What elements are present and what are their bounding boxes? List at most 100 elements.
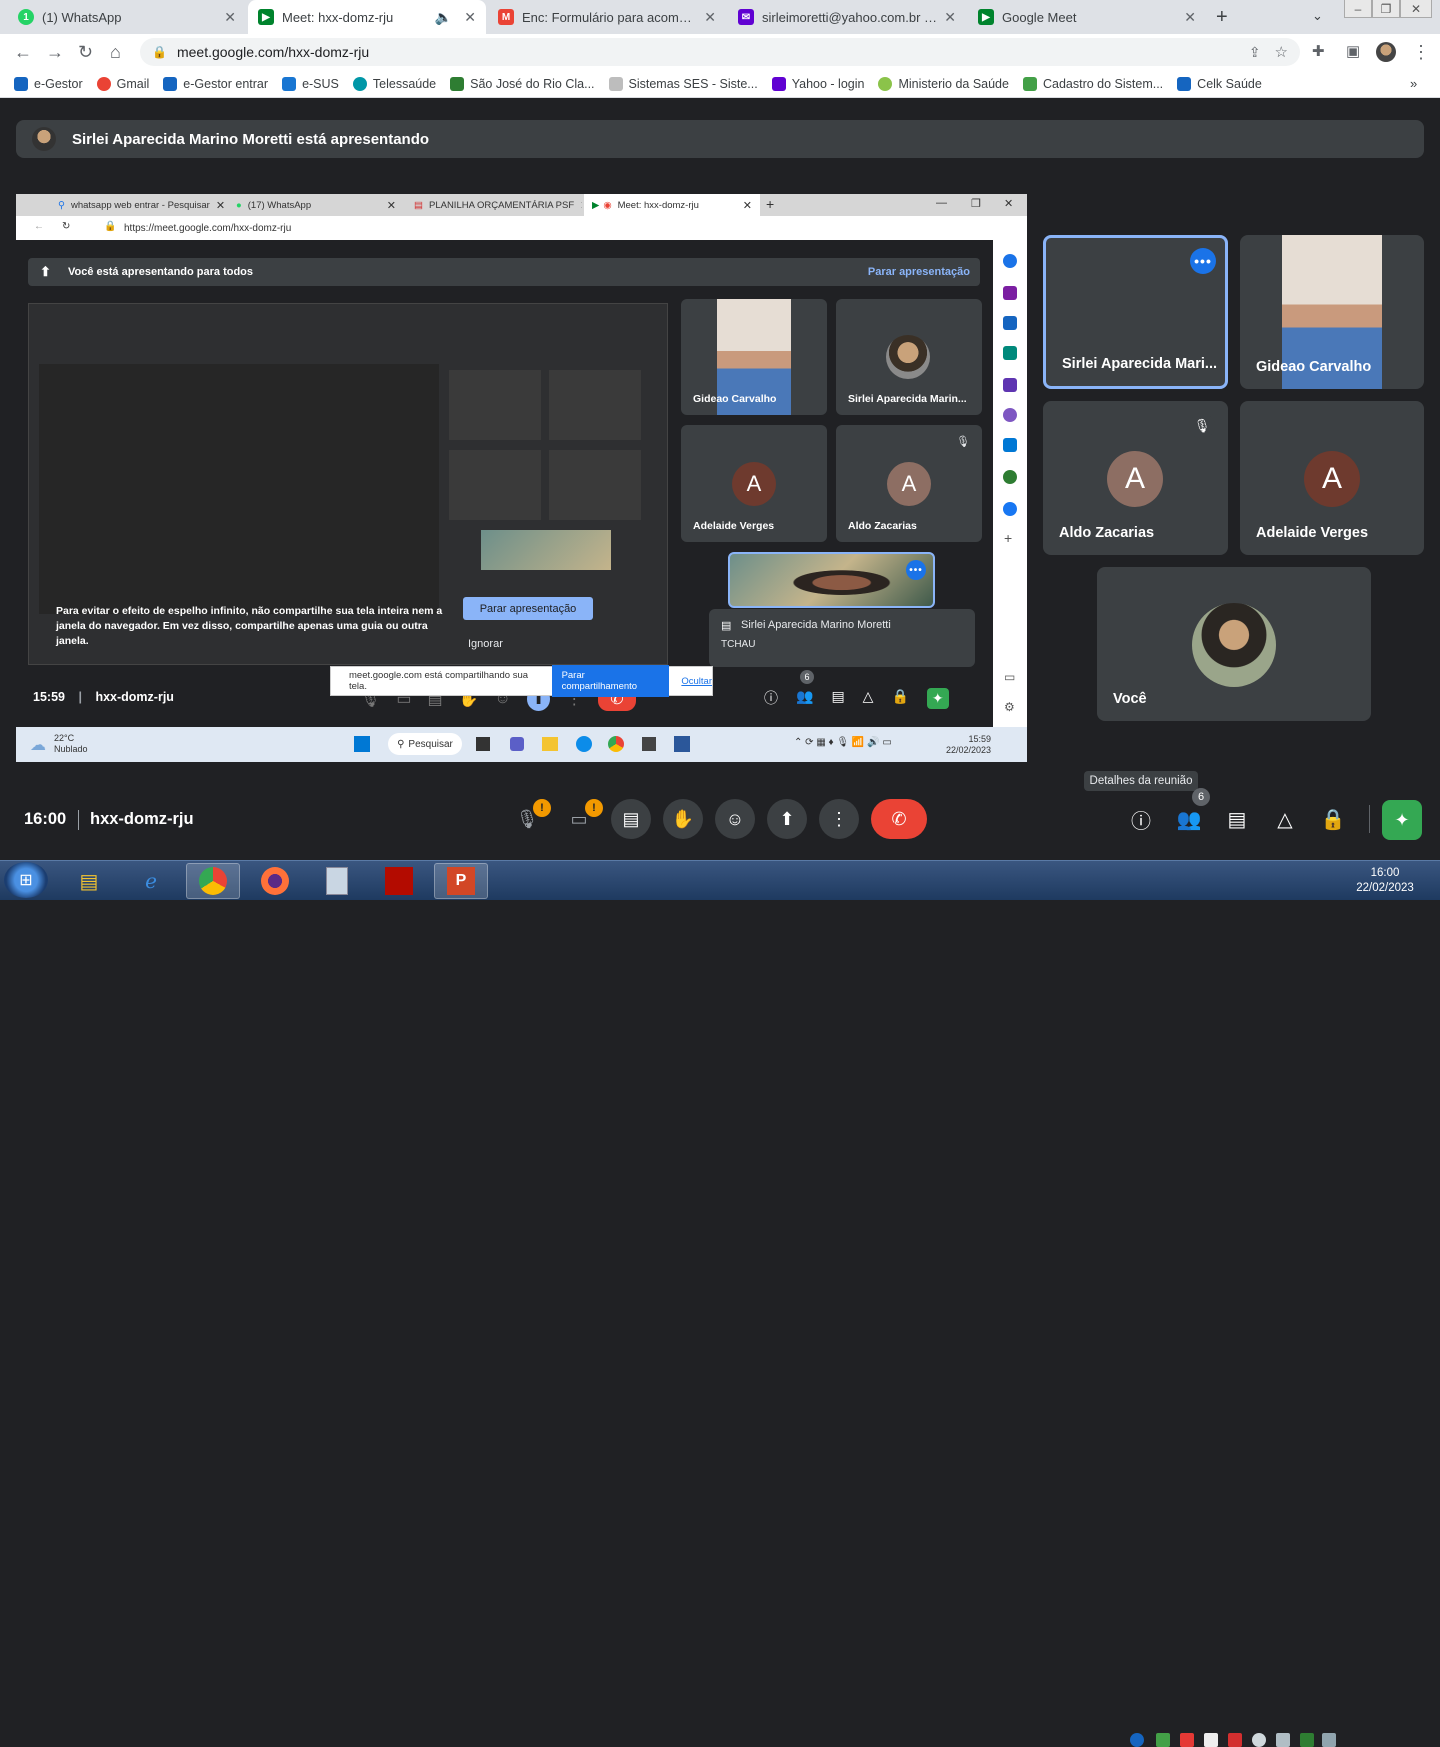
activities-button[interactable]: △ (1268, 802, 1302, 836)
close-icon[interactable]: ✕ (1184, 9, 1196, 26)
bookmark-ministerio[interactable]: Ministerio da Saúde (878, 76, 1009, 91)
browser-tab-google-meet[interactable]: ▶ Google Meet ✕ (968, 0, 1206, 34)
close-icon[interactable]: ✕ (704, 9, 716, 26)
tile-sirlei[interactable]: ••• Sirlei Aparecida Mari... (1043, 235, 1228, 389)
more-options-button[interactable]: ⋮ (819, 799, 859, 839)
flag-tray-icon[interactable] (1204, 1733, 1218, 1747)
windows-start-button[interactable]: ⊞ (4, 862, 48, 898)
shared-clock: 15:59 22/02/2023 (946, 734, 992, 755)
taskbar-ie[interactable]: ℯ (124, 863, 178, 899)
bookmark-e-gestor-entrar[interactable]: e-Gestor entrar (163, 76, 268, 91)
tile-gideao[interactable]: Gideao Carvalho (1240, 235, 1424, 389)
host-controls-button[interactable]: 🔒 (1316, 802, 1350, 836)
usb-tray-icon[interactable] (1276, 1733, 1290, 1747)
shared-screen: ⚲ whatsapp web entrar - Pesquisar ✕ ● (17) … (16, 194, 1027, 762)
presenter-bar: Sirlei Aparecida Marino Moretti está apr… (16, 120, 1424, 158)
close-icon[interactable]: ✕ (944, 9, 956, 26)
people-button[interactable]: 👥 (1172, 802, 1206, 836)
browser-tab-whatsapp[interactable]: 1 (1) WhatsApp ✕ (8, 0, 246, 34)
party-button[interactable]: ✦ (1382, 800, 1422, 840)
shared-tab-planilha: ▤PLANILHA ORÇAMENTÁRIA PSF✕ (406, 194, 582, 216)
hide-link: Ocultar (681, 675, 712, 687)
back-icon[interactable]: ← (14, 42, 32, 63)
acrobat-icon (385, 867, 413, 895)
raise-hand-button[interactable]: ✋ (663, 799, 703, 839)
more-options-icon[interactable]: ••• (1190, 248, 1216, 274)
taskbar-chrome[interactable] (186, 863, 240, 899)
store-icon (642, 737, 656, 751)
presenting-banner: ⬆ Você está apresentando para todos Para… (28, 258, 980, 286)
bookmark-cadastro[interactable]: Cadastro do Sistem... (1022, 76, 1163, 91)
bookmark-sao-jose[interactable]: São José do Rio Cla... (450, 76, 595, 91)
close-icon[interactable]: ✕ (464, 9, 476, 26)
reactions-button[interactable]: ☺ (715, 799, 755, 839)
mirror-tile (449, 370, 541, 440)
tab-search-chevron-icon[interactable]: ⌄ (1312, 8, 1323, 24)
mic-warning-badge: ! (533, 799, 551, 817)
taskbar-acrobat[interactable] (372, 863, 426, 899)
close-icon[interactable]: ✕ (224, 9, 236, 26)
teamviewer-tray-icon[interactable] (1130, 1733, 1144, 1747)
chat-button[interactable]: ▤ (1220, 802, 1254, 836)
taskbar-calculator[interactable] (310, 863, 364, 899)
volume-tray-icon[interactable] (1252, 1733, 1266, 1747)
speaker-icon[interactable]: 🔈 (435, 9, 452, 26)
meeting-details-tooltip: Detalhes da reunião (1084, 771, 1198, 791)
outlook-icon (1003, 438, 1017, 452)
taskbar-explorer[interactable]: ▤ (62, 863, 116, 899)
side-panel-icon[interactable]: ▣ (1346, 42, 1360, 60)
bookmark-e-sus[interactable]: e-SUS (282, 76, 339, 91)
antivirus-tray-icon[interactable] (1180, 1733, 1194, 1747)
mirror-nested-screen (39, 364, 439, 614)
forward-icon[interactable]: → (46, 42, 64, 63)
bookmark-e-gestor[interactable]: e-Gestor (14, 76, 83, 91)
lock-icon: 🔒 (152, 45, 167, 59)
search-icon: ⚲ (58, 199, 65, 211)
tile-aldo[interactable]: 🎙 A Aldo Zacarias (1043, 401, 1228, 555)
captions-icon: ▤ (622, 808, 640, 829)
facebook-icon (1003, 502, 1017, 516)
bookmark-celk[interactable]: Celk Saúde (1177, 76, 1262, 91)
more-bookmarks-icon[interactable]: » (1410, 76, 1417, 91)
search-icon: ⚲ (397, 738, 405, 750)
tile-adelaide[interactable]: A Adelaide Verges (1240, 401, 1424, 555)
browser-tab-yahoo[interactable]: ✉ sirleimoretti@yahoo.com.br - Yal ✕ (728, 0, 966, 34)
emoji-icon: ☺ (725, 808, 745, 829)
browser-tab-gmail[interactable]: M Enc: Formulário para acompanha ✕ (488, 0, 726, 34)
excel-tray-icon[interactable] (1300, 1733, 1314, 1747)
bookmark-yahoo[interactable]: Yahoo - login (771, 76, 864, 91)
extensions-icon[interactable]: ✚ (1312, 42, 1325, 60)
monitor-tray-icon[interactable] (1322, 1733, 1336, 1747)
system-clock[interactable]: 16:00 22/02/2023 (1340, 866, 1430, 896)
taskbar-search: ⚲ Pesquisar (388, 733, 462, 755)
taskbar-firefox[interactable] (248, 863, 302, 899)
minimize-button[interactable]: – (1344, 0, 1372, 18)
menu-kebab-icon[interactable]: ⋮ (1412, 42, 1430, 63)
activities-icon: △ (862, 688, 874, 704)
close-icon: ✕ (386, 199, 396, 212)
leave-call-button[interactable]: ✆ (871, 799, 927, 839)
bookmark-gmail[interactable]: Gmail (96, 76, 149, 91)
share-icon[interactable]: ⇪ (1249, 44, 1261, 61)
new-tab-button[interactable]: + (1216, 6, 1228, 29)
home-icon[interactable]: ⌂ (110, 42, 121, 63)
present-button[interactable]: ⬆ (767, 799, 807, 839)
address-bar[interactable]: 🔒 meet.google.com/hxx-domz-rju ⇪ ☆ (140, 38, 1300, 66)
window-close-button[interactable]: ✕ (1400, 0, 1432, 18)
meeting-details-button[interactable]: ⓘ (1124, 802, 1158, 836)
bookmark-star-icon[interactable]: ☆ (1275, 43, 1288, 61)
reload-icon: ↻ (62, 221, 71, 232)
tile-self[interactable]: Você (1097, 567, 1371, 721)
reload-icon[interactable]: ↻ (78, 42, 93, 63)
taskbar-powerpoint[interactable]: P (434, 863, 488, 899)
app-tray-icon[interactable] (1228, 1733, 1242, 1747)
network-tray-icon[interactable] (1156, 1733, 1170, 1747)
captions-button[interactable]: ▤ (611, 799, 651, 839)
meeting-code: hxx-domz-rju (90, 810, 194, 828)
bookmark-sistemas-ses[interactable]: Sistemas SES - Siste... (608, 76, 758, 91)
browser-tab-meet[interactable]: ▶ Meet: hxx-domz-rju 🔈 ✕ (248, 0, 486, 34)
profile-avatar[interactable] (1376, 42, 1396, 62)
maximize-button[interactable]: ❐ (1372, 0, 1400, 18)
bookmark-telessaude[interactable]: Telessaúde (352, 76, 436, 91)
more-vert-icon: ⋮ (830, 808, 848, 829)
